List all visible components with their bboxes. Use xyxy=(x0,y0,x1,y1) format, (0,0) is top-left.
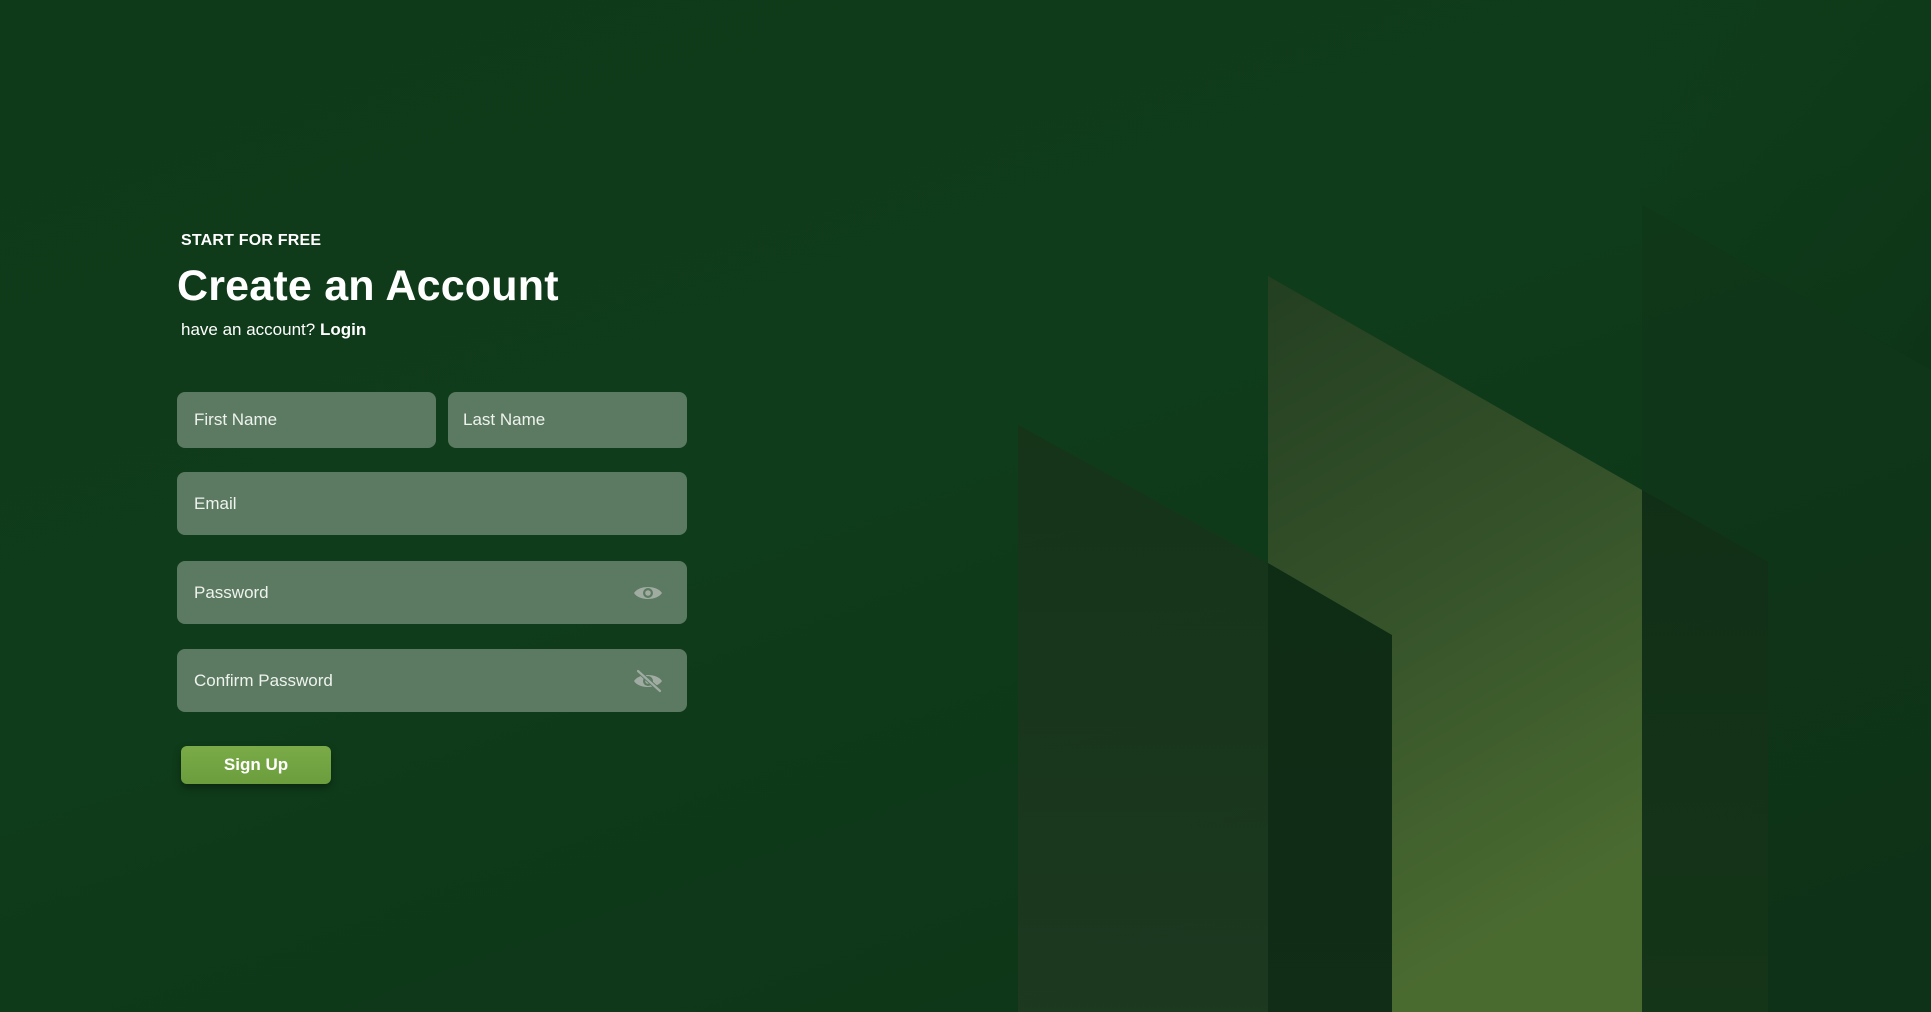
last-name-input[interactable] xyxy=(463,410,670,430)
email-input[interactable] xyxy=(194,493,670,514)
password-input[interactable] xyxy=(194,582,632,603)
email-field xyxy=(177,472,687,535)
page-title: Create an Account xyxy=(177,262,559,310)
confirm-password-field xyxy=(177,649,687,712)
login-prompt-text: have an account? xyxy=(181,320,316,339)
last-name-field xyxy=(448,392,687,448)
login-prompt: have an account? Login xyxy=(181,320,366,340)
sign-up-button[interactable]: Sign Up xyxy=(181,746,331,784)
first-name-field xyxy=(177,392,436,448)
login-link[interactable]: Login xyxy=(320,320,366,339)
eye-icon[interactable] xyxy=(632,581,664,605)
first-name-input[interactable] xyxy=(194,410,419,430)
eyebrow-text: START FOR FREE xyxy=(181,232,322,249)
eye-slash-icon[interactable] xyxy=(632,669,664,693)
password-field xyxy=(177,561,687,624)
confirm-password-input[interactable] xyxy=(194,670,632,691)
